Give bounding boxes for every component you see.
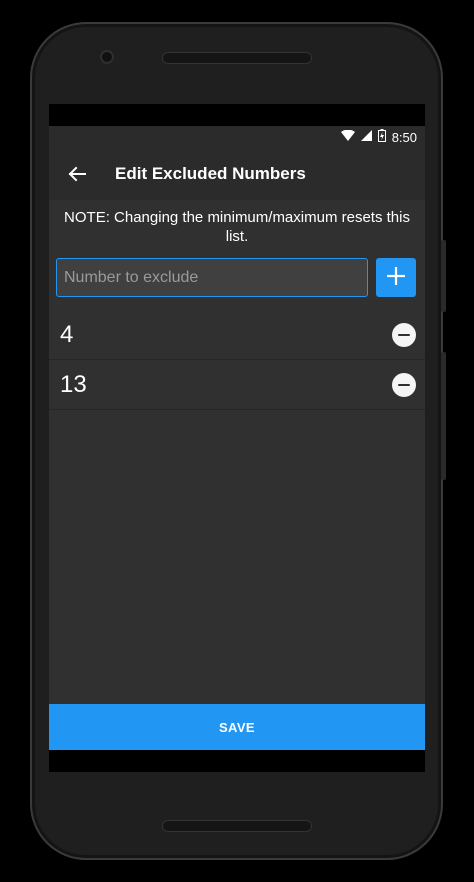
save-button[interactable]: SAVE xyxy=(49,704,425,750)
navigation-bar xyxy=(49,750,425,772)
front-camera xyxy=(100,50,114,64)
minus-circle-icon[interactable] xyxy=(392,373,416,397)
excluded-numbers-list: 4 13 xyxy=(49,310,425,410)
power-button xyxy=(441,240,446,312)
number-to-exclude-input[interactable] xyxy=(56,258,368,297)
content-area: NOTE: Changing the minimum/maximum reset… xyxy=(49,200,425,704)
signal-icon xyxy=(360,130,372,144)
wifi-icon xyxy=(340,129,355,144)
minus-circle-icon[interactable] xyxy=(392,323,416,347)
reset-note: NOTE: Changing the minimum/maximum reset… xyxy=(64,209,410,245)
plus-icon xyxy=(386,266,406,289)
excluded-number: 4 xyxy=(60,320,74,348)
add-number-button[interactable] xyxy=(376,258,416,297)
arrow-left-icon[interactable] xyxy=(49,148,105,200)
volume-button xyxy=(441,352,446,480)
earpiece-speaker xyxy=(162,52,312,64)
list-item: 13 xyxy=(49,360,425,410)
bottom-speaker xyxy=(162,820,312,832)
excluded-number: 13 xyxy=(60,370,87,398)
app-bar: Edit Excluded Numbers xyxy=(49,148,425,200)
status-bar: 8:50 xyxy=(49,126,425,148)
page-title: Edit Excluded Numbers xyxy=(115,164,306,183)
list-item: 4 xyxy=(49,310,425,360)
status-time: 8:50 xyxy=(391,129,417,145)
battery-icon xyxy=(377,129,386,145)
screen: 8:50 Edit Excluded Numbers NOTE: Changin… xyxy=(49,104,425,772)
